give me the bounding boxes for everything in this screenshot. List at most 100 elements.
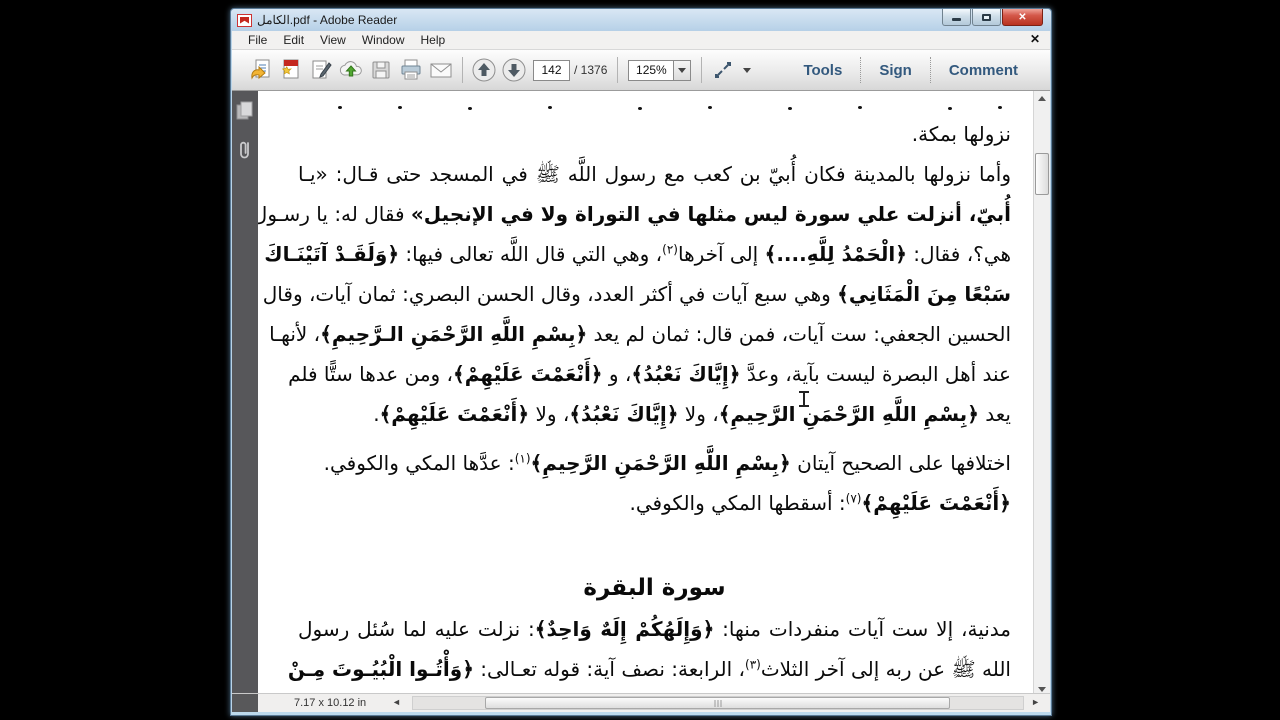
zoom-control: 125% [628,59,692,81]
zoom-level-value[interactable]: 125% [629,61,673,80]
next-page-button[interactable] [499,55,529,85]
horizontal-scrollbar[interactable] [412,696,1024,710]
toolbar-separator [701,57,703,83]
quran-quote: ﴿إِيَّاكَ نَعْبُدُ﴾ [569,402,679,426]
menu-window[interactable]: Window [354,31,413,49]
document-area: نزولها بمكة. وأما نزولها بالمدينة فكان أُ… [232,91,1050,697]
navigation-pane [232,91,258,697]
text-segment: نزولها بمكة. [911,122,1011,146]
cloud-upload-button[interactable] [336,55,366,85]
save-icon [372,61,390,79]
document-line: ﴿أَنْعَمْتَ عَلَيْهِمْ﴾(٧): أسقطها المكي… [298,483,1011,523]
page-thumbnails-button[interactable] [236,101,254,121]
adobe-reader-window: الكامل.pdf - Adobe Reader ✕ File Edit Vi… [230,8,1052,716]
document-line: هي؟، فقال: ﴿الْحَمْدُ لِلَّهِ....﴾ إلى آ… [264,234,1011,274]
status-bar: 7.17 x 10.12 in ◄ ► [232,693,1050,712]
text-segment: ، و [602,362,632,386]
title-bar[interactable]: الكامل.pdf - Adobe Reader ✕ [231,9,1051,31]
previous-page-button[interactable] [469,55,499,85]
text-cursor [798,391,810,407]
footnote-marker: (٣) [745,657,761,672]
sign-button[interactable]: Sign [861,55,930,85]
footnote-marker: (٧) [845,491,862,506]
navigation-pane-corner [232,694,258,712]
text-segment: ، ولا [678,402,719,426]
quran-quote: ﴿أَنْعَمْتَ عَلَيْهِمْ﴾ [861,491,1011,515]
main-toolbar: 142 / 1376 125% Tools Sign Comment [232,50,1050,91]
text-segment: هي؟، فقال: [906,242,1011,266]
text-segment: : نزلت عليه لما سُئل رسول [298,617,535,641]
attachments-icon [240,141,249,159]
sign-document-icon [312,60,332,79]
horizontal-scroll-thumb[interactable] [485,697,950,709]
sign-document-button[interactable] [306,55,336,85]
text-segment: في المسجد حتى قـال: «يـا [298,162,536,186]
text-segment: يعد [978,402,1011,426]
toolbar-separator [617,57,619,83]
scroll-right-button[interactable]: ► [1031,697,1040,707]
menu-edit[interactable]: Edit [275,31,312,49]
text-segment: فقال له: يا رسـول اللَّـه ومـا [258,202,405,226]
text-segment: ، لأنهـا [269,322,321,346]
open-button[interactable] [246,55,276,85]
menu-file[interactable]: File [240,31,275,49]
vertical-scrollbar[interactable] [1033,91,1050,697]
footnote-marker: (١) [514,451,531,466]
email-icon [430,63,452,78]
menu-help[interactable]: Help [413,31,454,49]
text-segment: سورة البقرة [583,575,726,601]
tools-button[interactable]: Tools [785,55,860,85]
previous-page-icon [472,58,496,82]
pdf-page[interactable]: نزولها بمكة. وأما نزولها بالمدينة فكان أُ… [258,91,1033,697]
text-segment: الحسين الجعفي: ست آيات، فمن قال: ثمان لم… [587,322,1011,346]
minimize-button[interactable] [942,9,971,26]
create-pdf-icon [281,59,299,79]
scroll-left-button[interactable]: ◄ [392,697,401,707]
fit-window-icon [715,62,732,78]
quran-quote: ﴿بِسْمِ اللَّهِ الرَّحْمَنِ الرَّحِيمِ﴾ [718,402,979,426]
quran-quote: سَبْعًا مِنَ الْمَثَانِي﴾ [837,282,1011,306]
page-thumbnails-icon [236,101,253,120]
chevron-down-icon [743,67,752,73]
scroll-grip-icon [714,700,721,707]
text-segment: ﷺ [535,162,560,186]
text-segment: ﷺ [951,657,976,681]
close-button[interactable]: ✕ [1002,9,1043,26]
document-line: مدنية، إلا ست آيات منفردات منها: ﴿وَإِلَ… [298,609,1011,649]
comment-button[interactable]: Comment [931,55,1036,85]
save-button[interactable] [366,55,396,85]
print-button[interactable] [396,55,426,85]
menu-view[interactable]: View [312,31,354,49]
quran-quote: ﴿الْحَمْدُ لِلَّهِ....﴾ [764,242,907,266]
create-pdf-button[interactable] [276,55,306,85]
email-button[interactable] [426,55,456,85]
page-number-input[interactable]: 142 [533,59,570,81]
clipped-previous-line [298,105,1011,112]
arrow-down-icon [1038,687,1046,692]
page-size-label: 7.17 x 10.12 in [294,697,367,709]
close-icon: ✕ [1018,11,1027,23]
text-segment: إلى آخرها [677,242,765,266]
document-line: الحسين الجعفي: ست آيات، فمن قال: ثمان لم… [269,314,1011,354]
document-line: يعد ﴿بِسْمِ اللَّهِ الرَّحْمَنِ الرَّحِي… [298,394,1011,434]
vertical-scroll-thumb[interactable] [1035,153,1049,195]
cloud-upload-icon [339,61,362,77]
text-segment: ، الرابعة: نصف آية: قوله تعـالى: [473,657,746,681]
fit-window-button[interactable] [708,55,738,85]
text-segment: : عدَّها المكي والكوفي. [323,451,515,475]
attachments-button[interactable] [237,139,253,161]
quran-quote: أُبيّ، أنزلت علي سورة ليس مثلها في التور… [410,202,1011,226]
scroll-up-button[interactable] [1034,91,1050,106]
close-document-icon[interactable]: ✕ [1030,32,1040,46]
document-line: نزولها بمكة. [298,114,1011,154]
text-segment: ، وهي التي قال اللَّه تعالى فيها: [399,242,663,266]
toolbar-more-button[interactable] [738,55,756,85]
maximize-button[interactable] [972,9,1001,26]
quran-quote: ﴿وَأْتُـوا الْبُيُـوتَ مِـنْ [287,657,474,681]
text-segment: اختلافها على الصحيح آيتان [790,451,1011,475]
document-line: سَبْعًا مِنَ الْمَثَانِي﴾ وهي سبع آيات ف… [263,274,1011,314]
document-line: اختلافها على الصحيح آيتان ﴿بِسْمِ اللَّه… [298,443,1011,483]
text-segment: : أسقطها المكي والكوفي. [629,491,846,515]
zoom-dropdown-button[interactable] [673,60,691,80]
text-segment: وأما نزولها بالمدينة فكان أُبيّ بن كعب م… [559,162,1011,186]
